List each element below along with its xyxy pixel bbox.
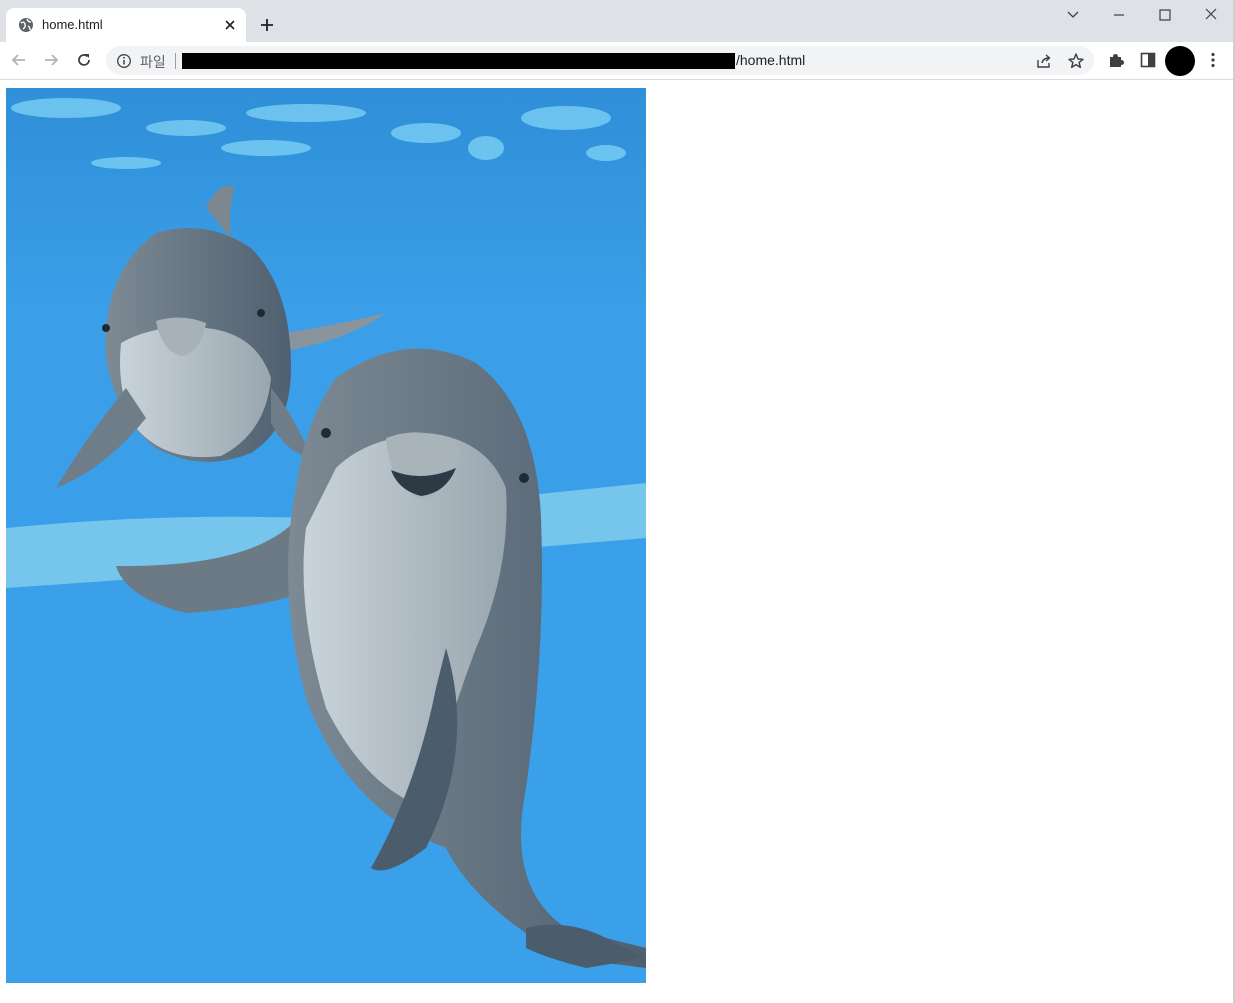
toolbar: 파일 /home.html bbox=[0, 42, 1233, 80]
tab-home[interactable]: home.html bbox=[6, 8, 246, 42]
plus-icon[interactable] bbox=[257, 15, 277, 35]
arrow-right-icon[interactable] bbox=[41, 50, 61, 70]
scheme-label[interactable]: 파일 bbox=[140, 52, 166, 72]
info-icon[interactable] bbox=[116, 53, 132, 69]
puzzle-icon[interactable] bbox=[1106, 50, 1126, 70]
share-icon[interactable] bbox=[1034, 51, 1054, 71]
redacted-url bbox=[182, 53, 735, 69]
close-window-icon[interactable] bbox=[1191, 3, 1231, 27]
star-icon[interactable] bbox=[1066, 51, 1086, 71]
reload-icon[interactable] bbox=[74, 50, 94, 70]
chevron-down-icon[interactable] bbox=[1053, 3, 1093, 27]
browser-window: home.html 파일 /home.html bbox=[0, 0, 1235, 1003]
minimize-icon[interactable] bbox=[1099, 3, 1139, 27]
kebab-menu-icon[interactable] bbox=[1203, 50, 1223, 70]
dolphins-image bbox=[6, 88, 646, 983]
address-bar[interactable]: 파일 /home.html bbox=[106, 46, 1094, 75]
avatar[interactable] bbox=[1165, 46, 1195, 76]
arrow-left-icon[interactable] bbox=[9, 50, 29, 70]
url-text[interactable]: /home.html bbox=[736, 52, 805, 68]
close-icon[interactable] bbox=[221, 16, 239, 34]
tab-strip: home.html bbox=[0, 0, 1233, 42]
maximize-icon[interactable] bbox=[1145, 3, 1185, 27]
side-panel-icon[interactable] bbox=[1138, 50, 1158, 70]
divider bbox=[175, 53, 176, 69]
tab-title: home.html bbox=[42, 17, 103, 32]
globe-icon bbox=[18, 17, 34, 33]
page-content bbox=[0, 80, 1233, 1003]
